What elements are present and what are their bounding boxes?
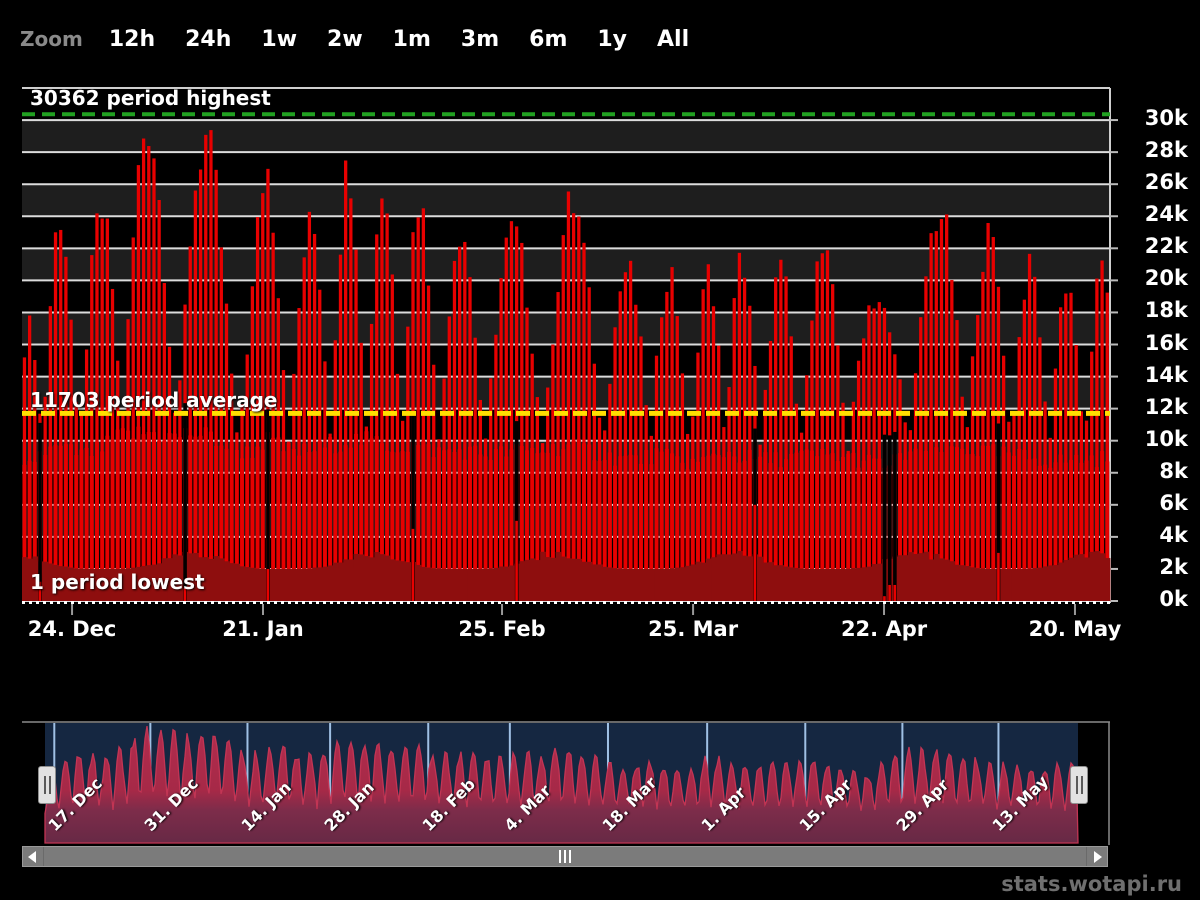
y-axis-label-30k: 30k	[1128, 106, 1188, 130]
navigator-right-handle[interactable]	[1070, 766, 1088, 804]
navigator-left-handle[interactable]	[38, 766, 56, 804]
average-plotline-label: 11703 period average	[30, 388, 278, 412]
x-axis-label: 22. Apr	[841, 617, 927, 641]
y-axis-label-2k: 2k	[1128, 555, 1188, 579]
y-axis-label-12k: 12k	[1128, 395, 1188, 419]
y-axis-label-16k: 16k	[1128, 331, 1188, 355]
y-axis-label-0k: 0k	[1128, 587, 1188, 611]
scrollbar-right-button[interactable]	[1086, 847, 1107, 866]
scrollbar-grip-icon[interactable]	[559, 850, 571, 863]
y-axis-label-28k: 28k	[1128, 138, 1188, 162]
x-axis-label: 25. Mar	[648, 617, 738, 641]
x-axis-label: 20. May	[1029, 617, 1122, 641]
scrollbar[interactable]	[22, 846, 1108, 867]
y-axis-label-4k: 4k	[1128, 523, 1188, 547]
y-axis-label-14k: 14k	[1128, 363, 1188, 387]
stats-chart-page: Zoom 12h24h1w2w1m3m6m1yAll 30362 period …	[0, 0, 1200, 900]
scrollbar-left-button[interactable]	[23, 847, 44, 866]
x-axis-label: 25. Feb	[458, 617, 545, 641]
watermark: stats.wotapi.ru	[1001, 872, 1182, 896]
y-axis-label-6k: 6k	[1128, 491, 1188, 515]
x-axis-label: 21. Jan	[222, 617, 303, 641]
y-axis-label-18k: 18k	[1128, 298, 1188, 322]
lowest-plotline-label: 1 period lowest	[30, 570, 205, 594]
y-axis-label-24k: 24k	[1128, 202, 1188, 226]
arrow-right-icon	[1094, 851, 1102, 863]
arrow-left-icon	[28, 851, 36, 863]
y-axis-label-20k: 20k	[1128, 266, 1188, 290]
y-axis-label-8k: 8k	[1128, 459, 1188, 483]
y-axis-label-26k: 26k	[1128, 170, 1188, 194]
x-axis-label: 24. Dec	[28, 617, 117, 641]
y-axis-label-10k: 10k	[1128, 427, 1188, 451]
y-axis-label-22k: 22k	[1128, 234, 1188, 258]
highest-plotline-label: 30362 period highest	[30, 86, 271, 110]
